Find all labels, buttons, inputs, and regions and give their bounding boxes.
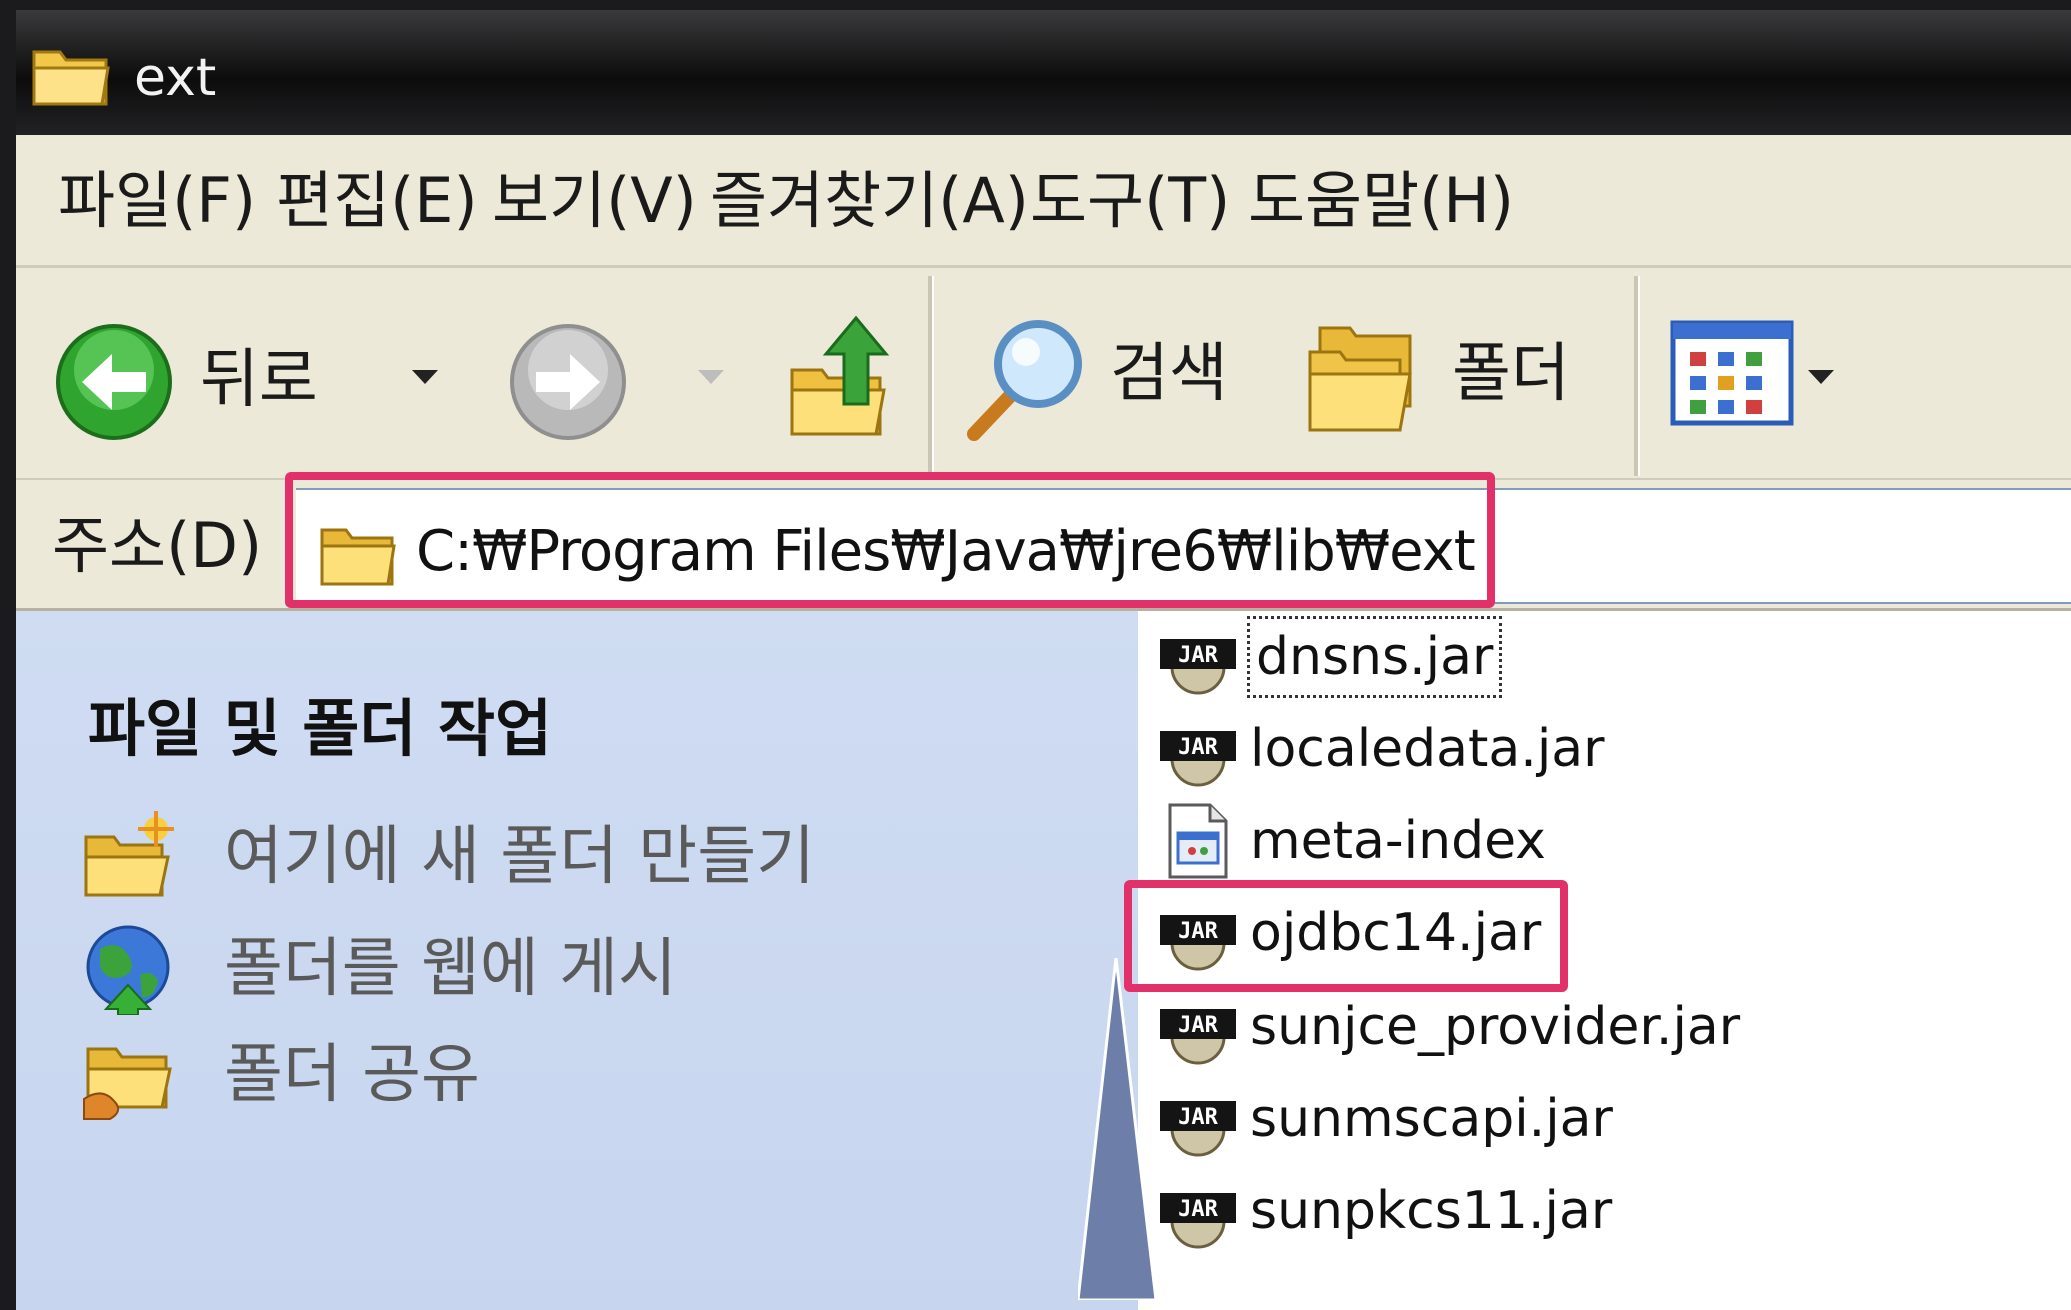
file-item-localedata[interactable]: JAR localedata.jar <box>1158 709 2058 789</box>
folders-button[interactable]: 폴더 <box>1304 308 1604 448</box>
forward-dropdown-icon[interactable] <box>696 368 726 388</box>
back-button[interactable]: 뒤로 <box>52 320 382 450</box>
forward-arrow-icon[interactable] <box>506 320 630 444</box>
menu-view[interactable]: 보기(V) <box>492 161 697 241</box>
file-highlight-box <box>1124 880 1568 992</box>
menu-favorites[interactable]: 즐겨찾기(A) <box>710 161 1029 241</box>
title-bar[interactable]: ext <box>16 10 2071 135</box>
file-item-sunjce-provider[interactable]: JAR sunjce_provider.jar <box>1158 987 2058 1067</box>
new-folder-icon <box>84 811 174 897</box>
task-new-folder-label: 여기에 새 폴더 만들기 <box>224 820 815 894</box>
svg-text:JAR: JAR <box>1178 1197 1218 1222</box>
file-name: localedata.jar <box>1250 719 1605 779</box>
toolbar-separator <box>928 276 934 476</box>
task-publish-web-label: 폴더를 웹에 게시 <box>224 932 677 1006</box>
toolbar-separator <box>1634 276 1640 476</box>
callout-pointer <box>1078 958 1158 1300</box>
search-icon <box>967 320 1082 441</box>
back-dropdown-icon[interactable] <box>410 368 440 388</box>
file-item-sunmscapi[interactable]: JAR sunmscapi.jar <box>1158 1079 2058 1159</box>
menu-edit[interactable]: 편집(E) <box>276 161 478 241</box>
task-pane: 파일 및 폴더 작업 여기에 새 폴더 만들기 폴더를 웹에 게시 폴더 공유 <box>16 611 1138 1310</box>
task-publish-web[interactable]: 폴더를 웹에 게시 <box>82 923 862 1015</box>
file-item-dnsns[interactable]: JAR dnsns.jar <box>1158 616 2058 698</box>
svg-text:JAR: JAR <box>1178 643 1218 668</box>
task-share-folder-label: 폴더 공유 <box>224 1038 480 1112</box>
views-button[interactable] <box>1670 320 1840 430</box>
back-arrow-icon <box>56 324 172 440</box>
views-dropdown-icon <box>1808 370 1834 384</box>
jar-icon: JAR <box>1160 1193 1236 1249</box>
file-name: sunjce_provider.jar <box>1250 997 1741 1057</box>
file-item-sunpkcs11[interactable]: JAR sunpkcs11.jar <box>1158 1171 2058 1251</box>
menu-bar: 파일(F) 편집(E) 보기(V) 즐겨찾기(A) 도구(T) 도움말(H) <box>16 135 2071 268</box>
folders-label: 폴더 <box>1452 337 1570 411</box>
search-label: 검색 <box>1110 337 1228 411</box>
svg-text:JAR: JAR <box>1178 1105 1218 1130</box>
folders-icon <box>1308 326 1412 432</box>
file-name: sunpkcs11.jar <box>1250 1181 1613 1241</box>
window-title: ext <box>134 48 217 108</box>
file-name: meta-index <box>1250 811 1546 871</box>
svg-text:JAR: JAR <box>1178 1013 1218 1038</box>
file-name: sunmscapi.jar <box>1250 1089 1613 1149</box>
jar-icon: JAR <box>1160 1101 1236 1157</box>
file-item-meta-index[interactable]: meta-index <box>1158 801 2058 881</box>
folder-up-icon[interactable] <box>786 314 896 444</box>
menu-file[interactable]: 파일(F) <box>58 161 256 241</box>
folder-icon <box>32 50 110 106</box>
globe-icon <box>86 925 170 1015</box>
menu-tools[interactable]: 도구(T) <box>1030 161 1230 241</box>
task-share-folder[interactable]: 폴더 공유 <box>82 1029 862 1121</box>
svg-text:JAR: JAR <box>1178 735 1218 760</box>
generic-file-icon <box>1168 803 1228 879</box>
file-name: dnsns.jar <box>1246 616 1503 698</box>
views-icon <box>1670 320 1794 426</box>
menu-help[interactable]: 도움말(H) <box>1248 161 1514 241</box>
jar-icon: JAR <box>1160 731 1236 787</box>
task-new-folder[interactable]: 여기에 새 폴더 만들기 <box>82 811 862 903</box>
task-pane-title: 파일 및 폴더 작업 <box>88 692 553 765</box>
jar-icon: JAR <box>1160 639 1236 695</box>
back-label: 뒤로 <box>200 343 318 417</box>
address-highlight-box <box>285 472 1495 608</box>
address-label: 주소(D) <box>52 509 263 582</box>
jar-icon: JAR <box>1160 1009 1236 1065</box>
search-button[interactable]: 검색 <box>960 308 1260 448</box>
explorer-window: ext 파일(F) 편집(E) 보기(V) 즐겨찾기(A) 도구(T) 도움말(… <box>16 10 2071 1310</box>
toolbar: 뒤로 검색 폴더 <box>16 268 2071 481</box>
share-folder-icon <box>83 1047 172 1120</box>
